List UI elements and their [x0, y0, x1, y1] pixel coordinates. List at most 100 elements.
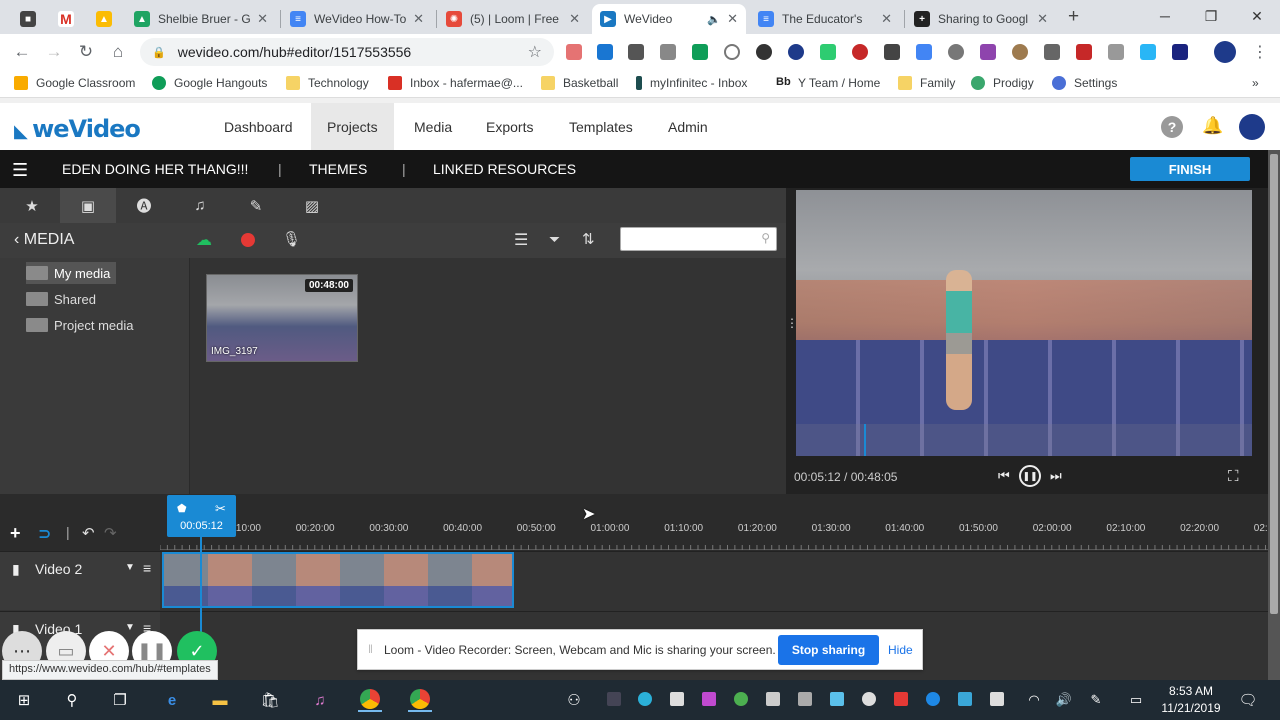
undo-icon[interactable]: ↶	[82, 524, 95, 542]
tab-loom[interactable]: ✺ (5) | Loom | Free ✕	[438, 4, 588, 34]
extension-icon[interactable]	[1140, 44, 1156, 60]
action-center-icon[interactable]: 🗨	[1236, 688, 1260, 712]
tab-pinned-windows[interactable]: ■	[12, 4, 44, 34]
project-title[interactable]: EDEN DOING HER THANG!!!	[62, 161, 248, 177]
images-tab-icon[interactable]: ▨	[284, 188, 340, 223]
tab-educators[interactable]: ≡ The Educator's ✕	[750, 4, 900, 34]
bookmark-star-icon[interactable]: ☆	[528, 42, 542, 62]
mic-tray-icon[interactable]	[607, 692, 621, 706]
speaker-icon[interactable]: 🔈	[707, 13, 721, 26]
extension-icon[interactable]	[756, 44, 772, 60]
split-icon[interactable]: ✂	[215, 501, 226, 517]
extension-icon[interactable]	[692, 44, 708, 60]
extension-icon[interactable]	[980, 44, 996, 60]
extension-icon[interactable]	[916, 44, 932, 60]
new-tab-button[interactable]: +	[1068, 6, 1079, 28]
restore-button[interactable]: ❐	[1188, 0, 1234, 32]
microphone-icon[interactable]: 🎙	[282, 230, 301, 248]
reload-icon[interactable]: ↻	[76, 42, 96, 62]
media-back-button[interactable]: ‹ MEDIA	[14, 231, 74, 249]
skip-forward-icon[interactable]: ⏭	[1050, 468, 1062, 484]
extension-icon[interactable]	[566, 44, 582, 60]
close-window-button[interactable]: ✕	[1234, 0, 1280, 32]
drag-handle-icon[interactable]: ‖	[368, 642, 373, 656]
page-scrollbar[interactable]	[1268, 150, 1280, 684]
nav-dashboard[interactable]: Dashboard	[208, 103, 309, 150]
bookmark-yteam[interactable]: Bb Y Team / Home	[776, 76, 880, 90]
tab-pinned-drive[interactable]: ▲	[88, 4, 120, 34]
record-icon[interactable]	[241, 233, 255, 247]
home-icon[interactable]: ⌂	[108, 42, 128, 62]
bookmark-hangouts[interactable]: Google Hangouts	[152, 76, 267, 90]
close-icon[interactable]: ✕	[413, 11, 424, 27]
bookmark-prodigy[interactable]: Prodigy	[971, 76, 1034, 90]
bookmark-myinfinitec[interactable]: myInfinitec - Inbox	[636, 76, 747, 90]
sort-icon[interactable]: ⇅	[582, 230, 595, 248]
battery-icon[interactable]	[990, 692, 1004, 706]
media-search-input[interactable]	[621, 228, 756, 250]
extension-icon[interactable]	[660, 44, 676, 60]
windows-start-icon[interactable]: ⊞	[12, 688, 36, 712]
cloud-tray-icon[interactable]	[766, 692, 780, 706]
stop-sharing-button[interactable]: Stop sharing	[778, 635, 879, 665]
nav-admin[interactable]: Admin	[652, 103, 724, 150]
folder-my-media[interactable]: My media	[26, 262, 117, 284]
hamburger-menu-icon[interactable]: ☰	[12, 160, 28, 181]
audio-tab-icon[interactable]: ♫	[172, 188, 228, 223]
forward-icon[interactable]: →	[44, 42, 64, 62]
profile-avatar[interactable]	[1214, 41, 1236, 63]
themes-button[interactable]: THEMES	[309, 161, 367, 177]
task-view-icon[interactable]: ❐	[108, 688, 132, 712]
my-media-tab-icon[interactable]: ▣	[60, 188, 116, 223]
media-clip-thumbnail[interactable]: 00:48:00 IMG_3197	[206, 274, 358, 362]
extension-icon[interactable]	[948, 44, 964, 60]
user-avatar[interactable]	[1239, 114, 1265, 140]
extension-icon[interactable]	[884, 44, 900, 60]
tab-shelbie[interactable]: ▲ Shelbie Bruer - G ✕	[126, 4, 276, 34]
bookmark-settings[interactable]: Settings	[1052, 76, 1117, 90]
track-menu-icon[interactable]: ≡	[143, 560, 151, 576]
volume-icon[interactable]: 🔊	[1052, 688, 1076, 712]
timeline-clip[interactable]	[162, 552, 514, 608]
help-icon[interactable]: ?	[1161, 116, 1183, 138]
tab-wevideo-howto[interactable]: ≡ WeVideo How-To ✕	[282, 4, 432, 34]
bookmarks-more-icon[interactable]: »	[1252, 76, 1259, 90]
nav-templates[interactable]: Templates	[553, 103, 649, 150]
edge-icon[interactable]: e	[160, 688, 184, 712]
hide-button[interactable]: Hide	[888, 643, 913, 657]
close-icon[interactable]: ✕	[1037, 11, 1048, 27]
chevron-down-icon[interactable]: ▼	[125, 622, 135, 633]
extension-icon[interactable]	[1108, 44, 1124, 60]
close-icon[interactable]: ✕	[881, 11, 892, 27]
nav-media[interactable]: Media	[398, 103, 468, 150]
playhead[interactable]: ⬟ ✂ 00:05:12	[167, 495, 236, 537]
extension-icon[interactable]	[628, 44, 644, 60]
tray-icon[interactable]	[798, 692, 812, 706]
skip-back-icon[interactable]: ⏮	[998, 468, 1010, 484]
folder-project-media[interactable]: Project media	[26, 314, 139, 336]
taskbar-clock[interactable]: 8:53 AM 11/21/2019	[1160, 683, 1222, 717]
wifi-icon[interactable]: ◠	[1022, 688, 1046, 712]
bookmark-family[interactable]: Family	[898, 76, 955, 90]
bookmark-technology[interactable]: Technology	[286, 76, 369, 90]
timeline-ruler[interactable]: 00:10:00 00:20:00 00:30:00 00:40:00 00:50:00…	[160, 508, 1273, 550]
extension-icon[interactable]	[788, 44, 804, 60]
help-icon[interactable]	[724, 44, 740, 60]
bookmark-classroom[interactable]: Google Classroom	[14, 76, 135, 90]
extension-icon[interactable]	[852, 44, 868, 60]
tab-pinned-gmail[interactable]: M	[50, 4, 82, 34]
store-icon[interactable]: 🛍	[258, 688, 282, 712]
tray-icon[interactable]	[958, 692, 972, 706]
wevideo-logo[interactable]: ◣ weVideo	[14, 115, 141, 143]
magnet-icon[interactable]: ⊃	[38, 524, 51, 544]
folder-shared[interactable]: Shared	[26, 288, 102, 310]
upload-cloud-icon[interactable]: ☁	[196, 230, 212, 250]
minimize-button[interactable]: ─	[1142, 0, 1188, 32]
bookmark-inbox[interactable]: Inbox - hafermae@...	[388, 76, 523, 90]
list-view-icon[interactable]: ☰	[514, 230, 528, 250]
filter-icon[interactable]: ⏷	[549, 231, 560, 248]
graphics-tab-icon[interactable]: ✎	[228, 188, 284, 223]
itunes-icon[interactable]: ♫	[308, 688, 332, 712]
extension-icon[interactable]	[1012, 44, 1028, 60]
tray-icon[interactable]	[862, 692, 876, 706]
